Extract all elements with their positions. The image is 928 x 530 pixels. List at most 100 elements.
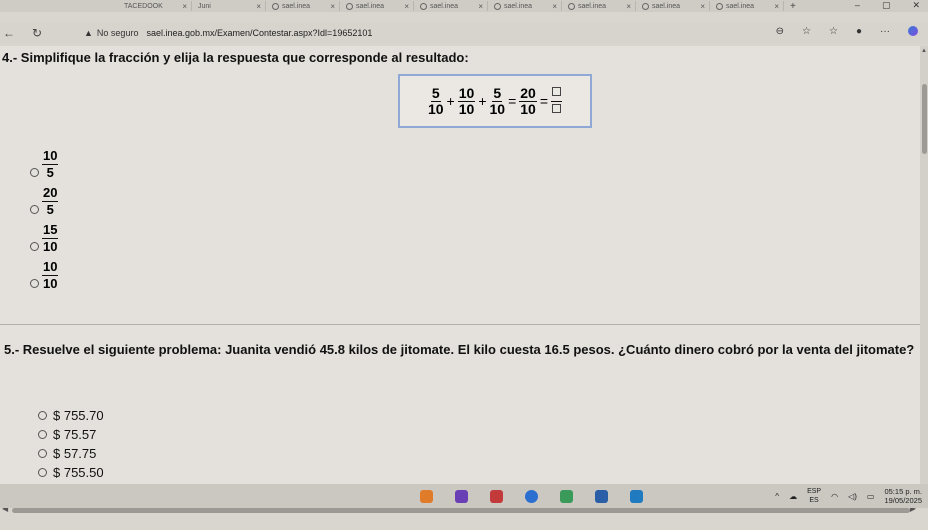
radio-button[interactable] bbox=[38, 411, 47, 420]
address-bar: ← ↻ ▲ No seguro sael.inea.gob.mx/Examen/… bbox=[0, 22, 928, 44]
reader-icon[interactable]: ⊖ bbox=[776, 26, 784, 37]
browser-tab[interactable]: sael.inea × bbox=[342, 1, 414, 11]
clock[interactable]: 05:15 p. m. 19/05/2025 bbox=[884, 487, 922, 505]
radio-button[interactable] bbox=[30, 168, 39, 177]
answer-option[interactable]: 10 10 bbox=[30, 257, 59, 294]
browser-tab[interactable]: sael.inea × bbox=[712, 1, 784, 11]
vertical-scroll-thumb[interactable] bbox=[922, 84, 927, 154]
option-fraction: 15 10 bbox=[42, 222, 59, 255]
battery-icon[interactable]: ▭ bbox=[867, 492, 875, 501]
answer-option[interactable]: $ 755.70 bbox=[38, 406, 104, 425]
browser-tab[interactable]: TACEDOOK × bbox=[120, 1, 192, 11]
security-label: No seguro bbox=[96, 28, 139, 38]
store-icon[interactable] bbox=[595, 489, 608, 503]
equals-sign: = bbox=[508, 93, 517, 109]
maximize-icon[interactable]: ▢ bbox=[882, 0, 891, 12]
placeholder-denominator bbox=[552, 102, 562, 118]
browser-tab-strip: TACEDOOK × Juni × sael.inea × sael.inea × sa… bbox=[0, 0, 928, 12]
denominator: 5 bbox=[46, 202, 54, 217]
empty-box-icon bbox=[552, 103, 562, 113]
refresh-icon[interactable]: ↻ bbox=[28, 26, 46, 40]
numerator: 10 bbox=[42, 148, 59, 165]
option-label: $ 57.75 bbox=[53, 446, 97, 461]
numerator: 10 bbox=[457, 84, 476, 102]
security-indicator[interactable]: ▲ No seguro bbox=[84, 28, 138, 38]
answer-option[interactable]: $ 57.75 bbox=[38, 444, 104, 463]
equation-fraction: 10 10 bbox=[457, 84, 476, 117]
browser-icon[interactable] bbox=[525, 489, 538, 503]
close-icon[interactable]: × bbox=[330, 2, 335, 11]
browser-tab[interactable]: sael.inea × bbox=[564, 1, 636, 11]
answer-option[interactable]: 15 10 bbox=[30, 220, 59, 257]
browser-tab[interactable]: sael.inea × bbox=[268, 1, 340, 11]
new-tab-icon[interactable]: + bbox=[790, 1, 796, 12]
taskbar-apps bbox=[420, 489, 643, 503]
mail-icon[interactable] bbox=[490, 489, 503, 503]
answer-option[interactable]: $ 75.57 bbox=[38, 425, 104, 444]
search-icon[interactable] bbox=[455, 489, 468, 503]
url-field[interactable]: sael.inea.gob.mx/Examen/Contestar.aspx?I… bbox=[146, 28, 372, 38]
browser-tab[interactable]: sael.inea × bbox=[638, 1, 710, 11]
files-icon[interactable] bbox=[630, 489, 643, 503]
browser-tab[interactable]: sael.inea × bbox=[416, 1, 488, 11]
option-fraction: 10 5 bbox=[42, 148, 59, 181]
question-divider bbox=[0, 324, 920, 325]
radio-button[interactable] bbox=[30, 242, 39, 251]
globe-icon bbox=[272, 2, 279, 10]
fraction-equation: 5 10 + 10 10 + 5 10 = 20 10 = bbox=[398, 74, 592, 128]
back-icon[interactable]: ← bbox=[0, 26, 18, 40]
close-icon[interactable]: × bbox=[404, 2, 409, 11]
weather-icon[interactable] bbox=[420, 489, 433, 503]
radio-button[interactable] bbox=[38, 468, 47, 477]
taskbar: ^ ☁ ESP ES ◠ ◁) ▭ 05:15 p. m. 19/05/2025 bbox=[0, 484, 928, 508]
exam-page: 4.- Simplifique la fracción y elija la r… bbox=[0, 46, 920, 513]
cloud-icon[interactable]: ☁ bbox=[789, 492, 797, 501]
denominator: 5 bbox=[46, 165, 54, 180]
volume-icon[interactable]: ◁) bbox=[848, 492, 857, 501]
answer-placeholder-fraction bbox=[551, 85, 563, 118]
answer-option[interactable]: 10 5 bbox=[30, 146, 59, 183]
numerator: 5 bbox=[492, 84, 503, 102]
numerator: 20 bbox=[519, 84, 537, 102]
answer-option[interactable]: $ 755.50 bbox=[38, 463, 104, 482]
close-icon[interactable]: × bbox=[182, 2, 187, 11]
photos-icon[interactable] bbox=[560, 489, 573, 503]
profile-icon[interactable]: ● bbox=[856, 26, 862, 37]
denominator: 10 bbox=[43, 276, 58, 291]
option-label: $ 755.70 bbox=[53, 408, 104, 423]
close-icon[interactable]: × bbox=[256, 2, 261, 11]
browser-tab[interactable]: sael.inea × bbox=[490, 1, 562, 11]
answer-option[interactable]: 20 5 bbox=[30, 183, 59, 220]
address-bar-actions: ⊖ ☆ ☆ ● ··· bbox=[776, 26, 918, 37]
radio-button[interactable] bbox=[30, 279, 39, 288]
option-label: $ 75.57 bbox=[53, 427, 97, 442]
plus-sign: + bbox=[478, 93, 487, 109]
denominator: 10 bbox=[520, 100, 536, 117]
horizontal-scroll-thumb[interactable] bbox=[12, 508, 910, 513]
scroll-up-icon[interactable]: ▲ bbox=[921, 48, 927, 54]
favorite-icon[interactable]: ☆ bbox=[802, 26, 811, 37]
time-text: 05:15 p. m. bbox=[884, 487, 922, 496]
radio-button[interactable] bbox=[38, 449, 47, 458]
option-fraction: 20 5 bbox=[42, 185, 59, 218]
browser-tab[interactable]: Juni × bbox=[194, 1, 266, 11]
minimize-icon[interactable]: – bbox=[855, 0, 860, 12]
wifi-icon[interactable]: ◠ bbox=[831, 492, 838, 501]
favorites-list-icon[interactable]: ☆ bbox=[829, 26, 838, 37]
system-tray: ^ ☁ ESP ES ◠ ◁) ▭ 05:15 p. m. 19/05/2025 bbox=[775, 487, 922, 505]
close-icon[interactable]: × bbox=[774, 2, 779, 11]
tab-label: sael.inea bbox=[430, 2, 459, 10]
tab-label: Juni bbox=[198, 2, 211, 10]
close-window-icon[interactable]: ✕ bbox=[912, 0, 920, 12]
close-icon[interactable]: × bbox=[552, 2, 557, 11]
chevron-up-icon[interactable]: ^ bbox=[775, 492, 779, 501]
more-icon[interactable]: ··· bbox=[880, 26, 890, 37]
close-icon[interactable]: × bbox=[478, 2, 483, 11]
close-icon[interactable]: × bbox=[626, 2, 631, 11]
language-indicator[interactable]: ESP ES bbox=[807, 487, 821, 505]
option-fraction: 10 10 bbox=[42, 259, 59, 292]
radio-button[interactable] bbox=[30, 205, 39, 214]
radio-button[interactable] bbox=[38, 430, 47, 439]
copilot-icon[interactable] bbox=[908, 26, 918, 36]
close-icon[interactable]: × bbox=[700, 2, 705, 11]
